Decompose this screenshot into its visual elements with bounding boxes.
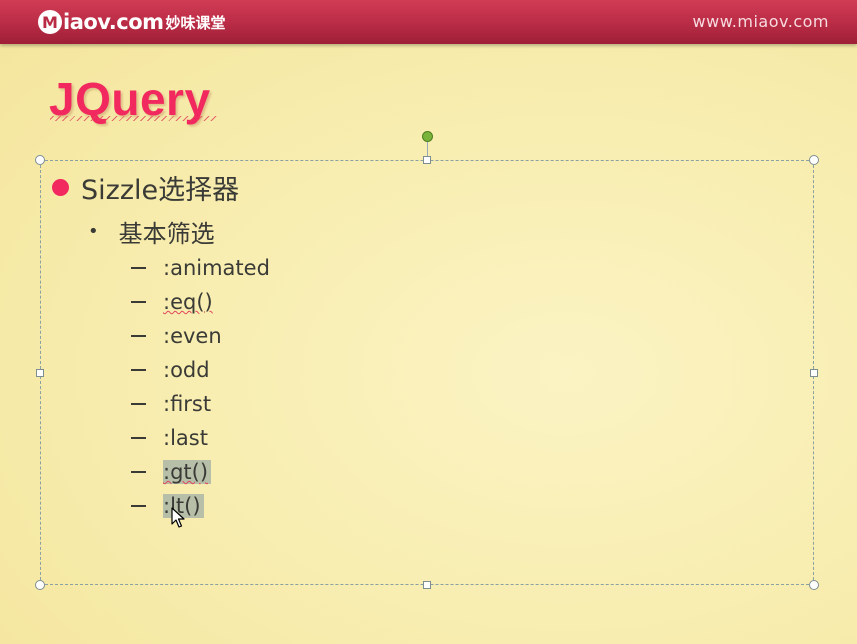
bullet-level2[interactable]: • 基本筛选 (88, 214, 215, 249)
resize-handle-left[interactable] (36, 369, 44, 377)
bullet-small-dot-icon: • (88, 221, 99, 242)
list-item-text: :first (163, 392, 212, 416)
bullet-level1[interactable]: Sizzle选择器 (52, 168, 239, 207)
list-item[interactable]: :first (131, 389, 211, 419)
list-item-selected[interactable]: :lt() (131, 491, 204, 521)
resize-handle-top-right[interactable] (809, 155, 819, 165)
resize-handle-bottom[interactable] (423, 581, 431, 589)
list-item-text: :gt() (163, 460, 212, 484)
logo-badge: M (38, 10, 62, 34)
bullet-level1-text: Sizzle选择器 (81, 175, 240, 206)
list-item[interactable]: :even (131, 321, 222, 351)
list-item-text: :eq() (163, 290, 213, 314)
logo-chinese-name: 妙味课堂 (165, 13, 226, 32)
resize-handle-bottom-right[interactable] (809, 580, 819, 590)
resize-handle-bottom-left[interactable] (35, 580, 45, 590)
resize-handle-top-left[interactable] (35, 155, 45, 165)
list-item[interactable]: :odd (131, 355, 210, 385)
rotate-handle[interactable] (422, 131, 433, 142)
dash-icon (131, 301, 146, 303)
list-item-text: :even (163, 324, 222, 348)
miaov-logo[interactable]: M iaov.com 妙味课堂 (38, 8, 226, 36)
bullet-level2-text: 基本筛选 (118, 220, 215, 248)
list-item[interactable]: :animated (131, 253, 270, 283)
dash-icon (131, 505, 146, 507)
dash-icon (131, 471, 146, 473)
header-bar: M iaov.com 妙味课堂 www.miaov.com (0, 0, 857, 44)
dash-icon (131, 403, 146, 405)
site-url: www.miaov.com (692, 12, 829, 31)
spellcheck-underline (50, 116, 218, 121)
dash-icon (131, 335, 146, 337)
dash-icon (131, 437, 146, 439)
resize-handle-right[interactable] (810, 369, 818, 377)
bullet-dot-icon (52, 179, 69, 196)
list-item-selected[interactable]: :gt() (131, 457, 212, 487)
list-item[interactable]: :eq() (131, 287, 213, 317)
dash-icon (131, 267, 146, 269)
list-item-text: :animated (163, 256, 270, 280)
list-item[interactable]: :last (131, 423, 208, 453)
resize-handle-top[interactable] (423, 156, 431, 164)
dash-icon (131, 369, 146, 371)
mouse-pointer-icon (171, 507, 185, 528)
list-item-text: :last (163, 426, 208, 450)
list-item-text: :odd (163, 358, 210, 382)
logo-domain: iaov.com (63, 10, 164, 34)
